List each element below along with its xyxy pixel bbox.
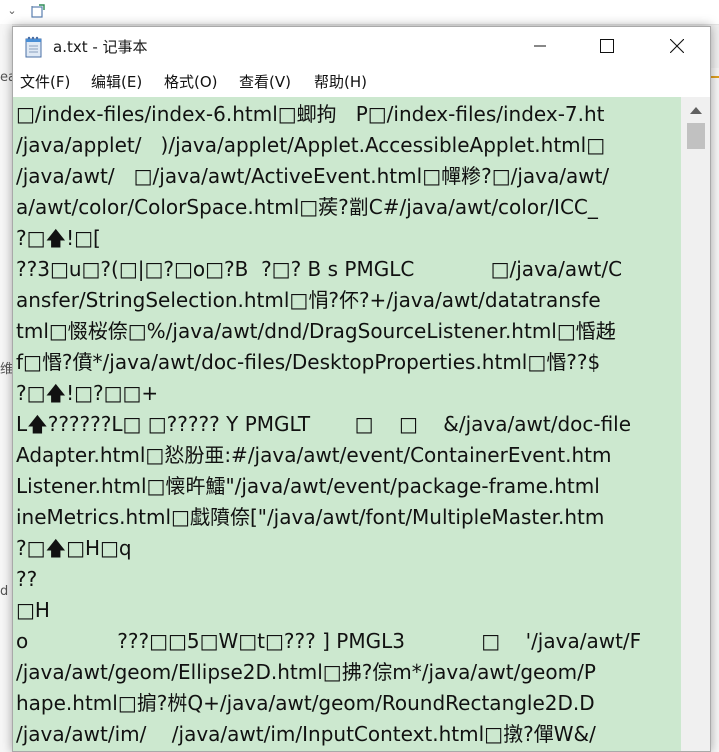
scrollbar-thumb[interactable] bbox=[687, 123, 705, 149]
minimize-icon bbox=[534, 45, 546, 47]
text-line: o ???□□5□W□t□??? ] PMGL3 □ '/java/awt/F bbox=[16, 629, 642, 653]
maximize-icon bbox=[600, 39, 614, 53]
text-line: ?□🡅□H□q bbox=[16, 536, 132, 560]
text-line: ?□🡅!□[ bbox=[16, 226, 101, 250]
background-accent bbox=[711, 76, 719, 78]
text-line: □/index-files/index-6.html□蝍拘 P□/index-f… bbox=[16, 102, 605, 126]
text-line: /java/awt/ □/java/awt/ActiveEvent.html□幝… bbox=[16, 164, 610, 188]
scroll-up-icon[interactable] bbox=[690, 107, 702, 114]
background-text: d bbox=[0, 584, 9, 599]
explorer-quick-access-bar: ⌄ | bbox=[0, 0, 719, 25]
text-line: Listener.html□懐旿鱩"/java/awt/event/packag… bbox=[16, 474, 600, 498]
text-line: hape.html□掮?桝Q+/java/awt/geom/RoundRecta… bbox=[16, 691, 595, 715]
text-line: a/awt/color/ColorSpace.html□蒺?劏C#/java/a… bbox=[16, 195, 598, 219]
text-line: □H bbox=[16, 598, 50, 622]
menu-file[interactable]: 文件(F) bbox=[18, 72, 72, 92]
new-item-icon[interactable] bbox=[30, 4, 46, 18]
text-line: ansfer/StringSelection.html□悁?伓?+/java/a… bbox=[16, 288, 601, 312]
text-line: /java/awt/geom/Ellipse2D.html□拂?倧m*/java… bbox=[16, 660, 596, 684]
text-line: /java/applet/ )/java/applet/Applet.Acces… bbox=[16, 133, 606, 157]
text-line: ?□🡅!□?□□+ bbox=[16, 381, 159, 405]
background-text: 维 bbox=[0, 362, 12, 377]
notepad-icon bbox=[24, 36, 44, 58]
title-bar[interactable]: a.txt - 记事本 bbox=[13, 27, 710, 67]
vertical-scrollbar[interactable] bbox=[681, 97, 710, 751]
menu-help[interactable]: 帮助(H) bbox=[312, 72, 369, 92]
text-editor-area[interactable]: □/index-files/index-6.html□蝍拘 P□/index-f… bbox=[13, 97, 681, 751]
quick-access-arrow-icon[interactable]: ⌄ bbox=[4, 4, 20, 18]
maximize-button[interactable] bbox=[584, 27, 630, 65]
window-title: a.txt - 记事本 bbox=[53, 38, 148, 56]
text-line: L🡅??????L□ □????? Y PMGLT □ □ &/java/awt… bbox=[16, 412, 632, 436]
text-line: /java/awt/im/ /java/awt/im/InputContext.… bbox=[16, 722, 596, 746]
close-icon bbox=[670, 39, 684, 53]
notepad-window: a.txt - 记事本 文件(F) 编辑(E) 格式(O) 查看(V) 帮助(H… bbox=[12, 26, 711, 752]
text-line: tml□惙桜倷□%/java/awt/dnd/DragSourceListene… bbox=[16, 319, 616, 343]
menu-edit[interactable]: 编辑(E) bbox=[89, 72, 144, 92]
menu-view[interactable]: 查看(V) bbox=[237, 72, 293, 92]
text-line: f□惽?僨*/java/awt/doc-files/DesktopPropert… bbox=[16, 350, 601, 374]
minimize-button[interactable] bbox=[517, 27, 563, 65]
text-line: ineMetrics.html□戱隫倷["/java/awt/font/Mult… bbox=[16, 505, 605, 529]
close-button[interactable] bbox=[654, 27, 700, 65]
text-line: Adapter.html□悐肦亜:#/java/awt/event/Contai… bbox=[16, 443, 612, 467]
menu-format[interactable]: 格式(O) bbox=[162, 72, 220, 92]
explorer-background-left: ea 维 d bbox=[0, 24, 12, 752]
background-text: ea bbox=[0, 70, 12, 85]
menu-bar: 文件(F) 编辑(E) 格式(O) 查看(V) 帮助(H) bbox=[13, 67, 710, 97]
text-line: ?? bbox=[16, 567, 38, 591]
text-line: ??3□u□?(□|□?□o□?B ?□? B s PMGLC □/java/a… bbox=[16, 257, 623, 281]
explorer-background-right bbox=[711, 68, 719, 752]
